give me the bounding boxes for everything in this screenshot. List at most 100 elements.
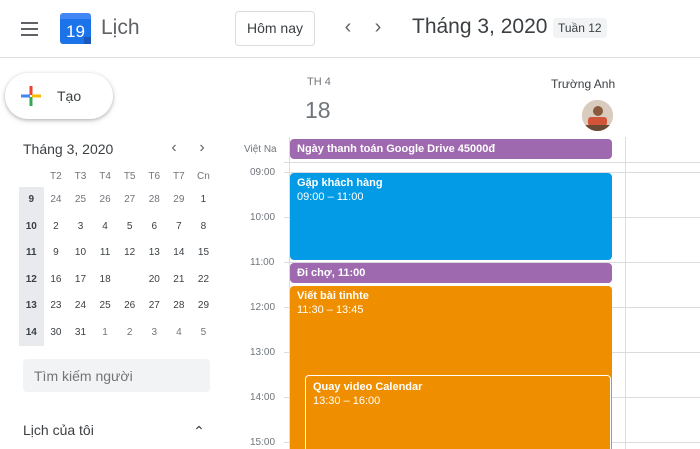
day-number[interactable]: 18	[305, 97, 331, 124]
mini-day[interactable]: 5	[117, 214, 142, 241]
event-title: Gặp khách hàng	[297, 177, 383, 189]
mini-day[interactable]: 30	[44, 320, 69, 347]
mini-day[interactable]: 31	[68, 320, 93, 347]
my-calendars-heading[interactable]: Lịch của tôi	[23, 422, 94, 438]
event-drive-payment[interactable]: Ngày thanh toán Google Drive 45000đ	[290, 139, 612, 159]
mini-day[interactable]: 13	[142, 240, 167, 267]
mini-day[interactable]: 29	[167, 187, 192, 214]
mini-day[interactable]: 3	[142, 320, 167, 347]
mini-day-label: 27	[148, 300, 160, 311]
mini-day-label: 21	[173, 273, 185, 285]
mini-day-label: 24	[50, 194, 62, 205]
mini-day[interactable]: 8	[191, 214, 216, 241]
mini-day[interactable]: 25	[93, 293, 118, 320]
mini-prev-month-icon[interactable]: ‹	[164, 138, 184, 158]
mini-day[interactable]: 12	[117, 240, 142, 267]
mini-day[interactable]: 27	[117, 187, 142, 214]
event-title: Ngày thanh toán Google Drive 45000đ	[297, 143, 496, 155]
mini-day[interactable]: 24	[44, 187, 69, 214]
mini-day-label: 18	[99, 273, 111, 285]
week-number-header	[19, 166, 44, 187]
timezone-label: Việt Na	[244, 144, 277, 155]
mini-day[interactable]: 26	[93, 187, 118, 214]
next-period-icon[interactable]: ›	[365, 15, 391, 41]
weekday-label: T7	[173, 171, 185, 182]
app-title[interactable]: Lịch	[101, 16, 140, 40]
mini-day[interactable]: 23	[44, 293, 69, 320]
people-search-input[interactable]	[23, 359, 210, 392]
mini-calendar-title: Tháng 3, 2020	[23, 141, 114, 157]
event-client-meeting[interactable]: Gặp khách hàng 09:00 – 11:00	[290, 173, 612, 260]
mini-day-label: 27	[124, 194, 136, 205]
mini-day[interactable]: 4	[167, 320, 192, 347]
mini-day[interactable]: 18	[93, 267, 118, 294]
weekday-label: Cn	[197, 171, 210, 182]
mini-day[interactable]: 9	[44, 240, 69, 267]
mini-week-row: 14 30 31 1 2 3 4 5	[19, 319, 216, 347]
mini-day[interactable]: 4	[93, 214, 118, 241]
mini-next-month-icon[interactable]: ›	[192, 138, 212, 158]
mini-day-label: 28	[173, 300, 185, 311]
mini-day-label: 10	[74, 247, 87, 258]
mini-day[interactable]: 2	[44, 214, 69, 241]
mini-day[interactable]: 27	[142, 293, 167, 320]
mini-day-label: 24	[74, 300, 87, 311]
event-market[interactable]: Đi chợ, 11:00	[290, 263, 612, 283]
mini-day-label: 6	[151, 220, 158, 232]
mini-day[interactable]: 21	[167, 267, 192, 294]
week-number[interactable]: 9	[19, 187, 44, 214]
mini-day-label: 4	[176, 326, 182, 338]
chevron-up-icon[interactable]: ⌃	[188, 420, 210, 442]
mini-day[interactable]: 20	[142, 267, 167, 294]
mini-day-label: 14	[173, 247, 185, 258]
week-number[interactable]: 11	[19, 240, 44, 267]
main-menu-icon[interactable]	[14, 14, 44, 44]
mini-day[interactable]: 26	[117, 293, 142, 320]
mini-day[interactable]: 14	[167, 240, 192, 267]
create-button[interactable]: Tạo	[5, 73, 113, 119]
mini-day[interactable]: 15	[191, 240, 216, 267]
mini-weeks: 9 24 25 26 27 28 29 1 10 2 3 4 5 6 7 8 11 9 10 11 12 13 14 15 12…	[19, 187, 216, 346]
mini-day[interactable]: 2	[117, 320, 142, 347]
hour-label: 12:00	[250, 302, 276, 313]
mini-day-label: 25	[74, 194, 87, 205]
mini-day[interactable]: 25	[68, 187, 93, 214]
allday-divider	[284, 162, 700, 163]
mini-day[interactable]: 24	[68, 293, 93, 320]
week-number[interactable]: 13	[19, 293, 44, 320]
mini-day-label: 25	[99, 300, 111, 311]
week-number[interactable]: 14	[19, 319, 44, 346]
mini-day-label: 8	[200, 220, 207, 232]
mini-day[interactable]: 22	[191, 267, 216, 294]
mini-day[interactable]: 10	[68, 240, 93, 267]
mini-day-label: 26	[99, 194, 111, 205]
mini-day[interactable]: 3	[68, 214, 93, 241]
mini-day[interactable]: 17	[68, 267, 93, 294]
mini-day[interactable]: 28	[167, 293, 192, 320]
week-number[interactable]: 10	[19, 213, 44, 240]
mini-day[interactable]: 6	[142, 214, 167, 241]
mini-day-label: 23	[50, 300, 62, 311]
mini-day[interactable]: 5	[191, 320, 216, 347]
today-button[interactable]: Hôm nay	[235, 11, 315, 46]
mini-day-label: 29	[197, 300, 210, 311]
weekday-label: T2	[50, 171, 62, 182]
mini-day[interactable]: 1	[191, 187, 216, 214]
event-record-video[interactable]: Quay video Calendar 13:30 – 16:00	[305, 375, 611, 449]
mini-day[interactable]: 28	[142, 187, 167, 214]
mini-day-label: 22	[197, 273, 210, 285]
mini-day[interactable]: 16	[44, 267, 69, 294]
mini-day[interactable]: 11	[93, 240, 118, 267]
avatar[interactable]	[582, 100, 613, 131]
week-number-badge: Tuần 12	[553, 18, 607, 38]
event-time: 11:30 – 13:45	[297, 304, 364, 316]
mini-day-label: 9	[53, 247, 59, 258]
previous-period-icon[interactable]: ‹	[335, 15, 361, 41]
mini-day[interactable]: 19	[117, 267, 142, 294]
mini-day-label: 19	[124, 273, 136, 285]
mini-day[interactable]: 29	[191, 293, 216, 320]
week-number[interactable]: 12	[19, 266, 44, 293]
mini-day[interactable]: 1	[93, 320, 118, 347]
mini-day[interactable]: 7	[167, 214, 192, 241]
mini-day-label: 4	[102, 220, 108, 232]
